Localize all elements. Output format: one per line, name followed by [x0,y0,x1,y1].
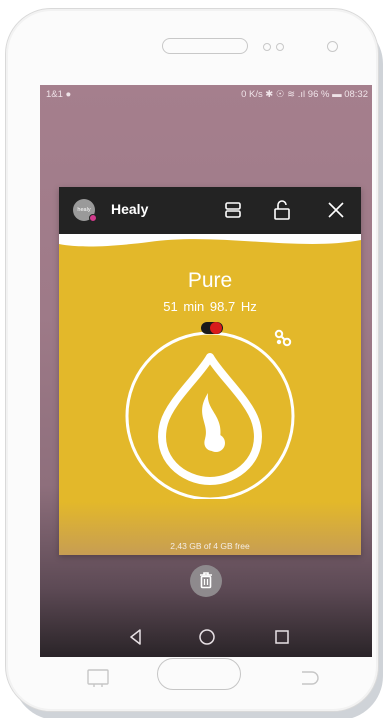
status-indicators: 0 K/s ✱ ☉ ≋ .ıl 96 % ▬ 08:32 [241,89,368,100]
hardware-back-icon[interactable] [296,670,322,686]
phone-frame: 1&1 ● 0 K/s ✱ ☉ ≋ .ıl 96 % ▬ 08:32 healy… [5,8,379,712]
back-triangle-icon[interactable] [124,625,148,649]
earpiece-speaker [162,38,248,54]
recent-square-icon[interactable] [270,625,294,649]
front-camera [327,41,338,52]
program-duration: 51 min [163,299,205,314]
program-toggle[interactable] [201,322,223,334]
water-drop-icon [158,353,262,485]
proximity-sensor [263,43,271,51]
hardware-home-button[interactable] [157,658,241,690]
trash-icon [200,572,212,589]
program-name: Pure [187,269,233,292]
notification-icon: ● [65,89,72,100]
light-sensor [276,43,284,51]
screen: 1&1 ● 0 K/s ✱ ☉ ≋ .ıl 96 % ▬ 08:32 healy… [40,85,372,657]
clear-all-button[interactable] [190,565,222,597]
home-circle-icon[interactable] [195,625,219,649]
program-view: Pure 51 min 98.7 Hz [59,187,361,555]
carrier-label: 1&1 ● [46,89,72,100]
status-bar: 1&1 ● 0 K/s ✱ ☉ ≋ .ıl 96 % ▬ 08:32 [40,85,372,105]
hardware-menu-icon[interactable] [86,668,110,688]
toggle-knob [210,322,222,334]
healy-app-card[interactable]: healy Healy Pure 51 min 98.7 Hz 2,43 GB … [59,187,361,555]
butterfly-icon[interactable] [273,328,293,348]
navigation-bar [40,617,372,657]
program-meta: 51 min 98.7 Hz [59,299,361,314]
program-frequency: 98.7 Hz [209,299,257,314]
storage-text: 2,43 GB of 4 GB free [170,541,250,551]
